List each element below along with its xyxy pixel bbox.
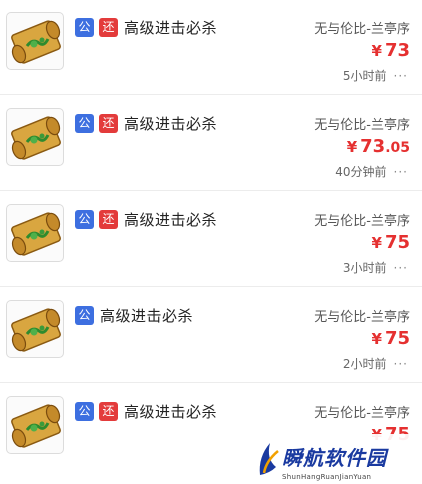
item-thumbnail — [6, 300, 64, 358]
tag-gong: 公 — [75, 209, 94, 229]
item-thumbnail — [6, 12, 64, 70]
time-line: 40分钟前 ··· — [335, 163, 408, 180]
item-thumbnail — [6, 396, 64, 454]
tag-huan: 还 — [99, 17, 118, 37]
list-item[interactable]: 公 还 高级进击必杀 无与伦比-兰亭序 ¥75 3小时前 ··· — [0, 192, 422, 287]
title-line: 公 高级进击必杀 — [75, 304, 193, 326]
currency-symbol: ¥ — [371, 42, 382, 60]
price-cents: .05 — [385, 140, 410, 156]
server-name: 无与伦比-兰亭序 — [314, 22, 410, 37]
price-value: 73 — [360, 136, 386, 157]
watermark-title: 瞬航软件园 — [282, 446, 387, 470]
scroll-icon — [11, 404, 61, 448]
server-name: 无与伦比-兰亭序 — [314, 310, 410, 325]
price-value: 73 — [384, 40, 410, 61]
server-name: 无与伦比-兰亭序 — [314, 118, 410, 133]
post-time: 3小时前 — [342, 261, 387, 275]
scroll-icon — [11, 116, 61, 160]
watermark-texts: 瞬航软件园 ShunHangRuanJianYuan — [282, 442, 387, 481]
post-time: 2小时前 — [342, 357, 387, 371]
price-value: 75 — [384, 328, 410, 349]
post-time: 40分钟前 — [335, 165, 387, 179]
title-line: 公 还 高级进击必杀 — [75, 112, 217, 134]
title-line: 公 还 高级进击必杀 — [75, 208, 217, 230]
more-options-icon[interactable]: ··· — [394, 165, 408, 179]
server-name: 无与伦比-兰亭序 — [314, 214, 410, 229]
tag-huan: 还 — [99, 113, 118, 133]
currency-symbol: ¥ — [346, 138, 358, 156]
scroll-icon — [11, 20, 61, 64]
item-name: 高级进击必杀 — [124, 18, 218, 37]
watermark-subtitle: ShunHangRuanJianYuan — [282, 473, 372, 481]
list-item[interactable]: 公 高级进击必杀 无与伦比-兰亭序 ¥75 2小时前 ··· — [0, 288, 422, 383]
item-name: 高级进击必杀 — [100, 306, 194, 325]
currency-symbol: ¥ — [371, 234, 382, 252]
price: ¥73 — [372, 40, 411, 61]
tag-huan: 还 — [99, 209, 118, 229]
more-options-icon[interactable]: ··· — [394, 261, 408, 275]
list-item[interactable]: 公 还 高级进击必杀 无与伦比-兰亭序 ¥73 5小时前 ··· — [0, 0, 422, 95]
scroll-icon — [11, 212, 61, 256]
item-name: 高级进击必杀 — [124, 210, 218, 229]
more-options-icon[interactable]: ··· — [394, 357, 408, 371]
title-line: 公 还 高级进击必杀 — [75, 400, 217, 422]
price: ¥73.05 — [347, 136, 410, 157]
price: ¥75 — [372, 232, 411, 253]
listing-list: 公 还 高级进击必杀 无与伦比-兰亭序 ¥73 5小时前 ··· 公 还 高级进… — [0, 0, 422, 484]
tag-gong: 公 — [75, 17, 94, 37]
time-line: 3小时前 ··· — [343, 259, 408, 276]
price: ¥75 — [372, 328, 411, 349]
post-time: 5小时前 — [342, 69, 387, 83]
item-thumbnail — [6, 108, 64, 166]
title-line: 公 还 高级进击必杀 — [75, 16, 217, 38]
list-item[interactable]: 公 还 高级进击必杀 无与伦比-兰亭序 ¥73.05 40分钟前 ··· — [0, 96, 422, 191]
watermark: 瞬航软件园 ShunHangRuanJianYuan — [222, 434, 422, 484]
tag-gong: 公 — [75, 401, 94, 421]
item-name: 高级进击必杀 — [124, 402, 218, 421]
more-options-icon[interactable]: ··· — [394, 69, 408, 83]
scroll-icon — [11, 308, 61, 352]
price-value: 75 — [384, 232, 410, 253]
tag-gong: 公 — [75, 305, 94, 325]
tag-huan: 还 — [99, 401, 118, 421]
time-line: 2小时前 ··· — [343, 355, 408, 372]
currency-symbol: ¥ — [371, 330, 382, 348]
tag-gong: 公 — [75, 113, 94, 133]
item-name: 高级进击必杀 — [124, 114, 218, 133]
time-line: 5小时前 ··· — [343, 67, 408, 84]
item-thumbnail — [6, 204, 64, 262]
server-name: 无与伦比-兰亭序 — [314, 406, 410, 421]
watermark-logo-icon — [259, 443, 279, 475]
